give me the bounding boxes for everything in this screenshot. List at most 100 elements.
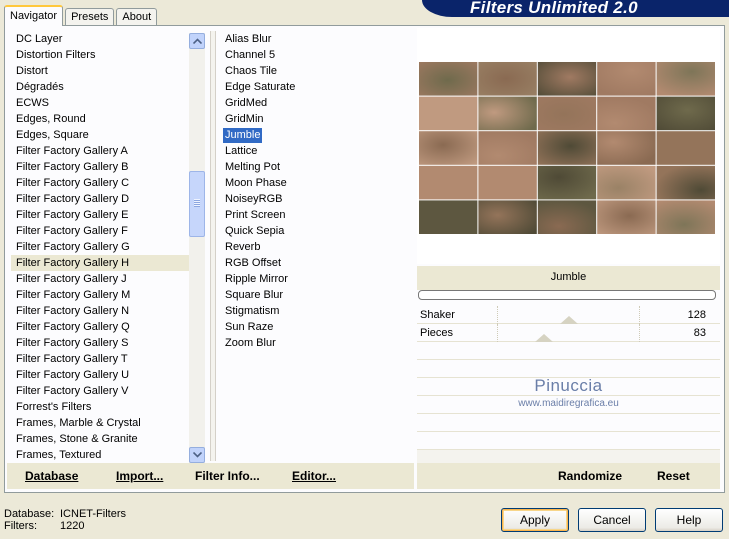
filter-item-label: GridMin xyxy=(225,113,264,125)
filter-item-label: NoiseyRGB xyxy=(225,193,283,205)
filter-item[interactable]: GridMed xyxy=(220,95,410,111)
randomize-button[interactable]: Randomize xyxy=(558,463,622,489)
category-item[interactable]: Frames, Marble & Crystal xyxy=(11,415,193,431)
category-item[interactable]: Filter Factory Gallery D xyxy=(11,191,193,207)
filter-item[interactable]: Lattice xyxy=(220,143,410,159)
tab-navigator[interactable]: Navigator xyxy=(4,5,64,26)
filter-item-label: Print Screen xyxy=(225,209,286,221)
filter-item[interactable]: Print Screen xyxy=(220,207,410,223)
database-button[interactable]: Database xyxy=(25,463,78,489)
filter-item[interactable]: Stigmatism xyxy=(220,303,410,319)
filter-info-button[interactable]: Filter Info... xyxy=(195,463,260,489)
filter-item[interactable]: Ripple Mirror xyxy=(220,271,410,287)
category-item[interactable]: Forrest's Filters xyxy=(11,399,193,415)
category-item[interactable]: DC Layer xyxy=(11,31,193,47)
filter-item[interactable]: Edge Saturate xyxy=(220,79,410,95)
category-item[interactable]: Filter Factory Gallery F xyxy=(11,223,193,239)
category-item[interactable]: Edges, Square xyxy=(11,127,193,143)
brand-banner: Filters Unlimited 2.0 xyxy=(422,0,729,17)
watermark-title: Pinuccia xyxy=(534,376,603,395)
navigator-toolbar: Database Import... Filter Info... Editor… xyxy=(7,463,414,489)
list-splitter[interactable] xyxy=(210,31,216,461)
filter-item[interactable]: NoiseyRGB xyxy=(220,191,410,207)
filter-item[interactable]: Alias Blur xyxy=(220,31,410,47)
category-item[interactable]: Distortion Filters xyxy=(11,47,193,63)
filter-item-label: GridMed xyxy=(225,97,268,109)
preview-tile xyxy=(656,165,715,200)
category-item[interactable]: Frames, Stone & Granite xyxy=(11,431,193,447)
editor-button[interactable]: Editor... xyxy=(292,463,336,489)
filter-item[interactable]: Sun Raze xyxy=(220,319,410,335)
preview-tile xyxy=(537,200,597,234)
preview-tile xyxy=(537,62,597,96)
scroll-down-button[interactable] xyxy=(189,447,205,463)
filter-item[interactable]: Channel 5 xyxy=(220,47,410,63)
category-item[interactable]: Filter Factory Gallery T xyxy=(11,351,193,367)
category-item[interactable]: Filter Factory Gallery U xyxy=(11,367,193,383)
preview-tile xyxy=(419,131,478,165)
category-item[interactable]: Filter Factory Gallery V xyxy=(11,383,193,399)
filter-item[interactable]: RGB Offset xyxy=(220,255,410,271)
category-item[interactable]: Edges, Round xyxy=(11,111,193,127)
filter-list[interactable]: Alias Blur Channel 5 Chaos Tile Edge Satura… xyxy=(220,31,410,463)
filter-item[interactable]: Moon Phase xyxy=(220,175,410,191)
preview-tile xyxy=(537,131,597,165)
filter-item[interactable]: Melting Pot xyxy=(220,159,410,175)
category-list[interactable]: DC Layer Distortion Filters Distort Dégradé… xyxy=(11,31,193,463)
filter-item-label: Square Blur xyxy=(225,289,284,301)
filter-item[interactable]: GridMin xyxy=(220,111,410,127)
param-label: Shaker xyxy=(420,309,455,321)
scroll-up-button[interactable] xyxy=(189,33,205,49)
category-item[interactable]: Filter Factory Gallery S xyxy=(11,335,193,351)
category-item[interactable]: Distort xyxy=(11,63,193,79)
preview-tile xyxy=(537,96,597,131)
category-item[interactable]: Filter Factory Gallery G xyxy=(11,239,193,255)
category-item[interactable]: Filter Factory Gallery A xyxy=(11,143,193,159)
watermark: Pinuccia www.maidiregrafica.eu xyxy=(417,376,720,409)
filter-item[interactable]: Reverb xyxy=(220,239,410,255)
filter-item[interactable]: Square Blur xyxy=(220,287,410,303)
category-item[interactable]: Dégradés xyxy=(11,79,193,95)
help-button[interactable]: Help xyxy=(655,508,723,532)
filter-item-label: Lattice xyxy=(225,145,258,157)
preview-area xyxy=(417,28,720,264)
category-item[interactable]: Filter Factory Gallery E xyxy=(11,207,193,223)
preview-tile xyxy=(597,131,656,165)
preview-tile xyxy=(656,96,715,131)
preview-tile xyxy=(478,96,537,131)
slider-thumb[interactable] xyxy=(559,316,578,324)
param-row-empty xyxy=(417,432,720,450)
category-item[interactable]: Filter Factory Gallery H xyxy=(11,255,193,271)
import-button[interactable]: Import... xyxy=(116,463,163,489)
slider-thumb[interactable] xyxy=(535,334,554,342)
scroll-thumb[interactable] xyxy=(189,171,205,237)
filter-item-label: Sun Raze xyxy=(225,321,274,333)
tab-about[interactable]: About xyxy=(116,8,158,26)
category-item[interactable]: Filter Factory Gallery Q xyxy=(11,319,193,335)
param-row-shaker[interactable]: Shaker 128 xyxy=(417,306,720,324)
tab-presets[interactable]: Presets xyxy=(65,8,115,26)
param-label: Pieces xyxy=(420,327,454,339)
reset-button[interactable]: Reset xyxy=(657,463,690,489)
preview-tile xyxy=(597,165,656,200)
category-item[interactable]: Filter Factory Gallery C xyxy=(11,175,193,191)
category-item[interactable]: Filter Factory Gallery N xyxy=(11,303,193,319)
param-row-pieces[interactable]: Pieces 83 xyxy=(417,324,720,342)
category-item[interactable]: Filter Factory Gallery M xyxy=(11,287,193,303)
filter-item[interactable]: Chaos Tile xyxy=(220,63,410,79)
selected-filter-name: Jumble xyxy=(417,266,720,290)
filter-item[interactable]: Quick Sepia xyxy=(220,223,410,239)
navigator-panel: DC Layer Distortion Filters Distort Dégradé… xyxy=(4,25,725,493)
cancel-button[interactable]: Cancel xyxy=(578,508,646,532)
category-item[interactable]: Filter Factory Gallery J xyxy=(11,271,193,287)
watermark-url: www.maidiregrafica.eu xyxy=(518,398,619,409)
status-database-value: ICNET-Filters xyxy=(60,508,126,520)
preview-tile xyxy=(597,62,656,96)
category-item[interactable]: ECWS xyxy=(11,95,193,111)
category-item[interactable]: Frames, Textured xyxy=(11,447,193,463)
filter-item[interactable]: Jumble xyxy=(220,127,410,143)
category-scrollbar[interactable] xyxy=(189,33,205,463)
filter-item[interactable]: Zoom Blur xyxy=(220,335,410,351)
category-item[interactable]: Filter Factory Gallery B xyxy=(11,159,193,175)
apply-button[interactable]: Apply xyxy=(501,508,569,532)
